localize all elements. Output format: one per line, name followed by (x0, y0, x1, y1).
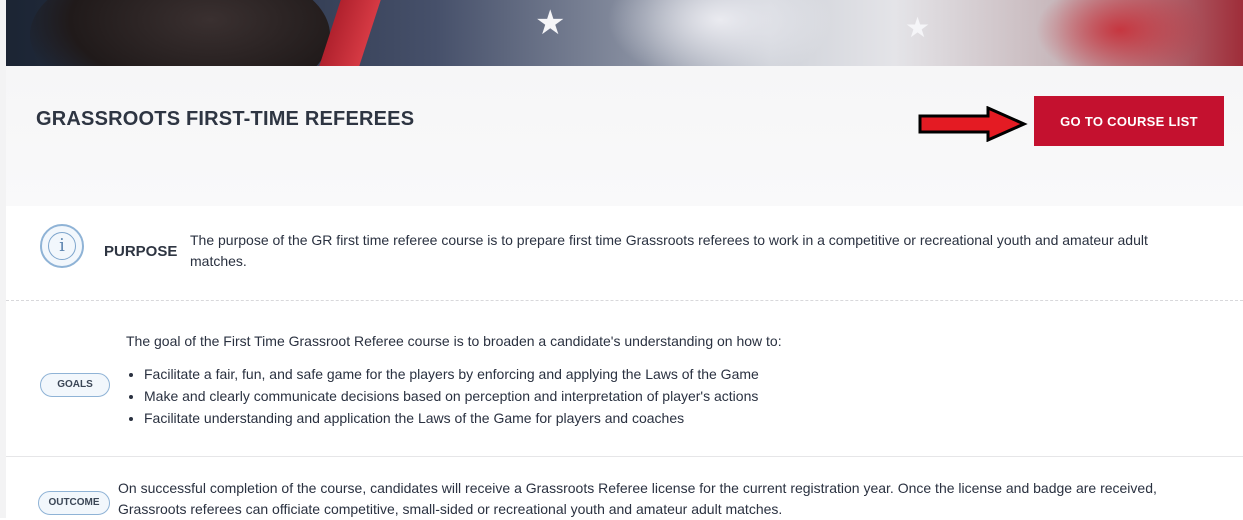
goals-list: Facilitate a fair, fun, and safe game fo… (126, 363, 759, 429)
outcome-text: On successful completion of the course, … (118, 480, 1157, 517)
page-title: GRASSROOTS FIRST-TIME REFEREES (36, 108, 415, 130)
course-details: i PURPOSE The purpose of the GR first ti… (6, 206, 1243, 518)
purpose-text: The purpose of the GR first time referee… (190, 232, 1148, 269)
star-decoration: ★ (905, 12, 931, 43)
list-item: Facilitate a fair, fun, and safe game fo… (144, 363, 759, 385)
red-arrow-icon (918, 106, 1028, 142)
info-icon: i (40, 224, 84, 268)
course-header: GRASSROOTS FIRST-TIME REFEREES GO TO COU… (6, 66, 1243, 206)
athlete-photo (30, 0, 330, 66)
outcome-badge: OUTCOME (38, 491, 110, 515)
goals-badge: GOALS (40, 373, 110, 397)
star-decoration: ★ (535, 4, 566, 42)
goals-intro: The goal of the First Time Grassroot Ref… (126, 333, 782, 349)
outcome-section: OUTCOME On successful completion of the … (6, 457, 1243, 518)
hero-image: ★ ★ (0, 0, 1243, 66)
list-item: Make and clearly communicate decisions b… (144, 385, 759, 407)
go-to-course-list-button[interactable]: GO TO COURSE LIST (1034, 96, 1224, 146)
purpose-label: PURPOSE (104, 243, 178, 260)
list-item: Facilitate understanding and application… (144, 407, 759, 429)
goals-section: GOALS The goal of the First Time Grassro… (6, 301, 1243, 456)
purpose-section: i PURPOSE The purpose of the GR first ti… (6, 206, 1243, 300)
